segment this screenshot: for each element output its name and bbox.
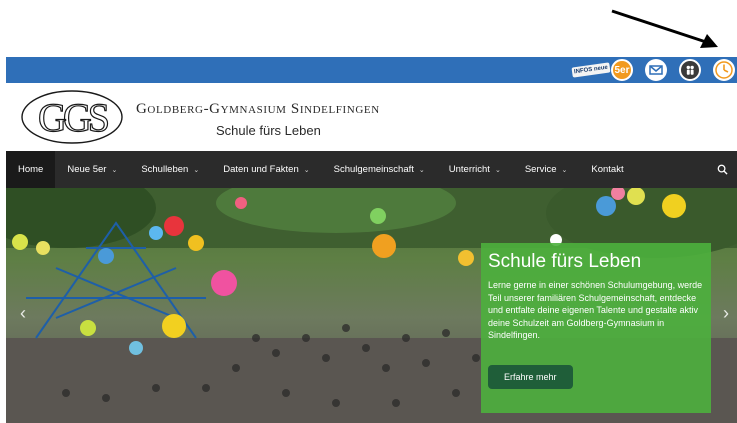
chevron-down-icon: ⌄ — [494, 166, 501, 174]
search-button[interactable] — [707, 151, 737, 188]
nav-label: Schulgemeinschaft — [333, 164, 414, 175]
nav-item-daten-und-fakten[interactable]: Daten und Fakten ⌄ — [211, 151, 321, 188]
nav-label: Schulleben — [141, 164, 189, 175]
nav-label: Home — [18, 164, 44, 175]
school-tagline: Schule fürs Leben — [216, 123, 321, 138]
search-icon — [717, 164, 728, 175]
annotation-arrow — [611, 9, 718, 48]
hero-caption-box: Schule fürs Leben Lerne gerne in einer s… — [481, 243, 711, 413]
nav-item-kontakt[interactable]: Kontakt — [579, 151, 635, 188]
hero-title: Schule fürs Leben — [488, 251, 642, 272]
nav-label: Neue 5er — [67, 164, 107, 175]
nav-item-schulgemeinschaft[interactable]: Schulgemeinschaft ⌄ — [322, 151, 437, 188]
nav-label: Unterricht — [448, 164, 490, 175]
svg-text:GGS: GGS — [38, 95, 108, 140]
slider-next-arrow[interactable]: › — [723, 303, 729, 324]
mail-icon[interactable] — [645, 59, 667, 81]
people-icon[interactable] — [679, 59, 701, 81]
nav-item-neue-5er[interactable]: Neue 5er ⌄ — [55, 151, 129, 188]
hero-slider: ‹ › Schule fürs Leben Lerne gerne in ein… — [6, 188, 737, 423]
nav-label: Daten und Fakten — [223, 164, 299, 175]
site-header: GGS Goldberg-Gymnasium Sindelfingen Schu… — [6, 83, 737, 151]
chevron-down-icon: ⌄ — [303, 166, 310, 174]
chevron-down-icon: ⌄ — [561, 166, 568, 174]
top-bar: INFOS neue 5er — [6, 57, 737, 83]
nav-item-home[interactable]: Home — [6, 151, 56, 188]
nav-item-schulleben[interactable]: Schulleben ⌄ — [129, 151, 211, 188]
chevron-down-icon: ⌄ — [418, 166, 425, 174]
nav-item-unterricht[interactable]: Unterricht ⌄ — [437, 151, 513, 188]
nav-label: Service — [524, 164, 557, 175]
five-badge-icon: 5er — [611, 59, 633, 81]
nav-item-service[interactable]: Service ⌄ — [513, 151, 580, 188]
school-logo[interactable]: GGS — [20, 89, 124, 145]
chevron-down-icon: ⌄ — [193, 166, 200, 174]
erfahre-mehr-button[interactable]: Erfahre mehr — [488, 365, 573, 389]
chevron-down-icon: ⌄ — [111, 166, 118, 174]
slider-prev-arrow[interactable]: ‹ — [20, 303, 26, 324]
hero-text: Lerne gerne in einer schönen Schulumgebu… — [488, 280, 703, 340]
nav-label: Kontakt — [591, 164, 624, 175]
infos-neu-icon: INFOS neue — [571, 62, 611, 78]
top-icons: INFOS neue 5er — [571, 57, 737, 83]
infos-neu-button[interactable]: INFOS neue 5er — [571, 59, 633, 81]
school-name: Goldberg-Gymnasium Sindelfingen — [136, 101, 380, 117]
clock-icon[interactable] — [713, 59, 735, 81]
main-nav: Home Neue 5er ⌄ Schulleben ⌄ Daten und Fak… — [6, 151, 737, 188]
